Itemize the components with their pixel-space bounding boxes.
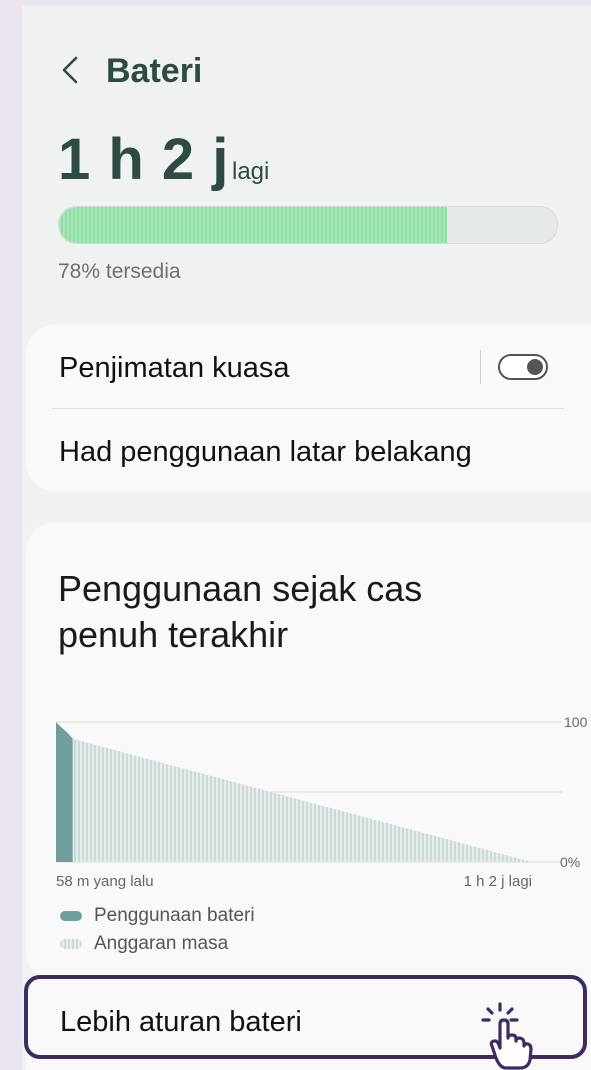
x-tick-label: 1 h 2 j lagi (464, 873, 532, 890)
background-limits-item[interactable]: Had penggunaan latar belakang (59, 436, 472, 469)
y-tick-label: 100 (564, 714, 588, 730)
battery-level-fill (59, 207, 448, 243)
divider (480, 350, 481, 384)
power-saving-label[interactable]: Penjimatan kuasa (59, 352, 290, 385)
y-tick-label: 0% (560, 854, 580, 870)
power-saving-toggle[interactable] (498, 354, 548, 380)
divider (52, 408, 564, 409)
legend-swatch-estimate (60, 939, 82, 949)
series-usage-area (56, 722, 73, 862)
battery-level-bar (58, 206, 558, 244)
legend-item-usage: Penggunaan bateri (60, 902, 255, 930)
legend-swatch-usage (60, 911, 82, 921)
settings-card: Penjimatan kuasa Had penggunaan latar be… (26, 324, 591, 492)
usage-card: Penggunaan sejak cas penuh terakhir 100 0… (26, 522, 591, 982)
battery-screen: Bateri 1 h 2 j lagi 78% tersedia Penjima… (22, 6, 591, 1070)
legend-label-usage: Penggunaan bateri (94, 905, 255, 926)
toggle-knob (527, 359, 543, 375)
battery-available-text: 78% tersedia (58, 260, 181, 283)
time-remaining-suffix: lagi (232, 158, 270, 185)
legend-label-estimate: Anggaran masa (94, 933, 229, 954)
back-icon[interactable] (58, 50, 82, 90)
usage-section-title: Penggunaan sejak cas penuh terakhir (58, 568, 423, 655)
page-title: Bateri (106, 52, 203, 90)
battery-usage-chart: 100 0% 58 m yang lalu 1 h 2 j lagi (56, 714, 588, 890)
legend-item-estimate: Anggaran masa (60, 930, 255, 958)
chart-legend: Penggunaan bateri Anggaran masa (60, 902, 255, 958)
series-estimate-area (72, 738, 532, 862)
x-tick-label: 58 m yang lalu (56, 873, 154, 890)
tap-hand-icon (481, 1002, 533, 1070)
time-remaining: 1 h 2 j (58, 127, 230, 192)
